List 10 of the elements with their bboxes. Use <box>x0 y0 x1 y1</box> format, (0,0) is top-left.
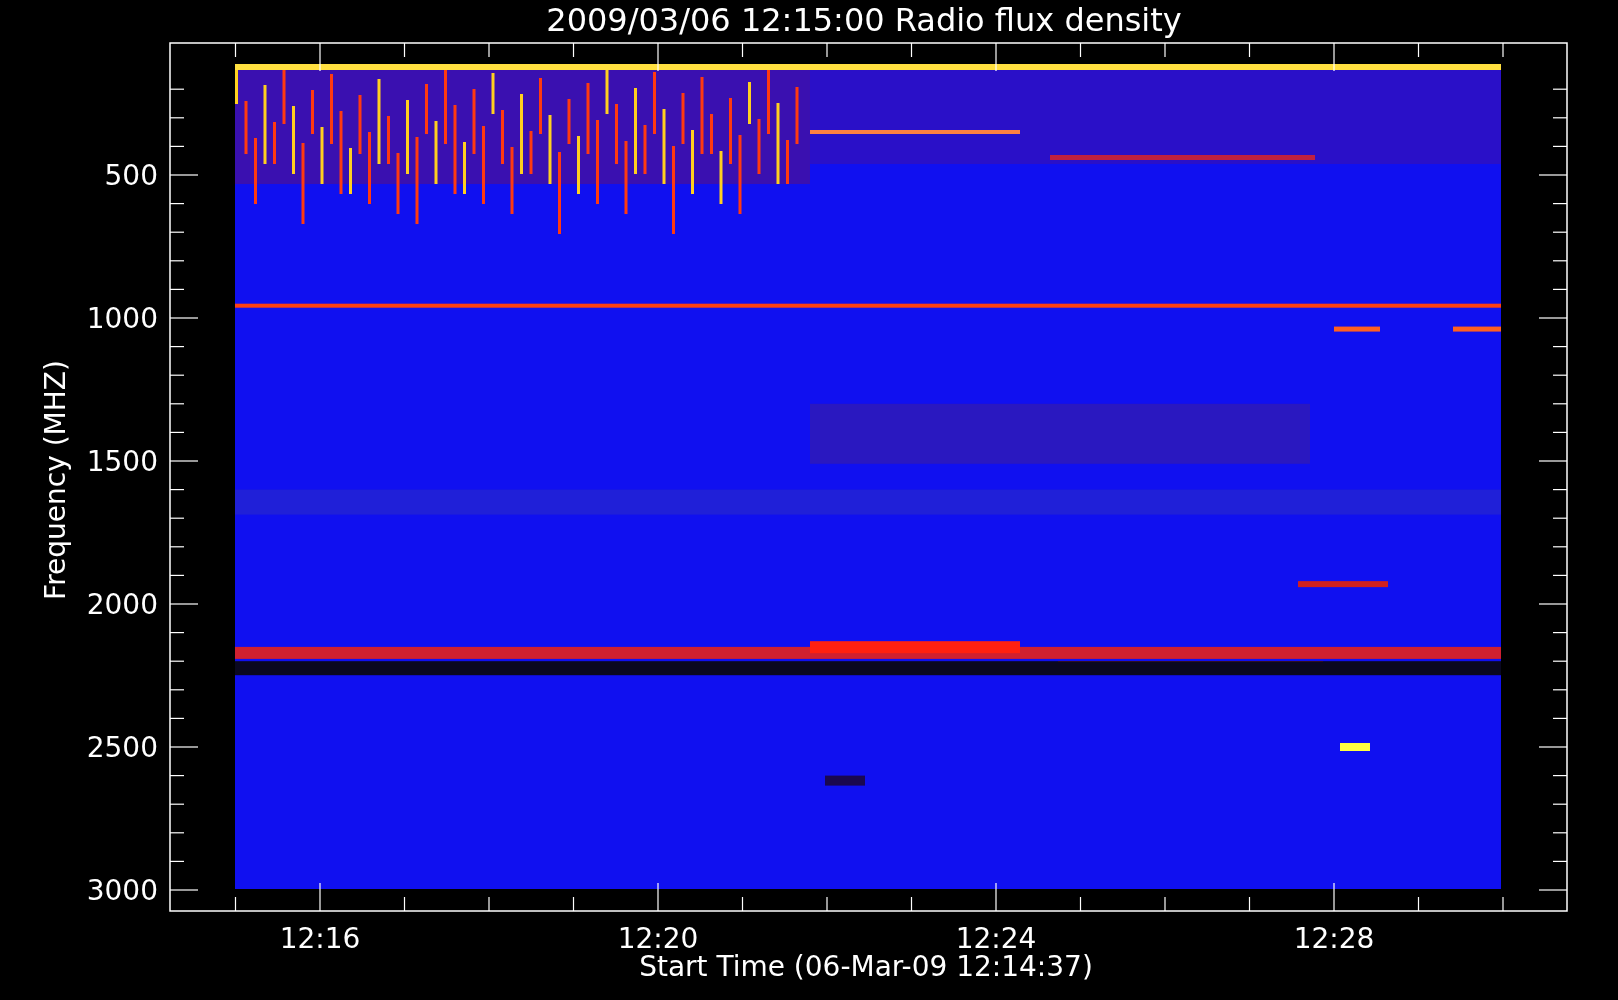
y-tick-label: 500 <box>104 159 158 192</box>
x-tick-label: 12:28 <box>1293 922 1375 955</box>
x-tick-label: 12:16 <box>279 922 361 955</box>
y-axis-label: Frequency (MHZ) <box>39 360 72 600</box>
y-tick-label: 1500 <box>86 445 158 478</box>
y-tick-label: 2000 <box>86 588 158 621</box>
chart-title: 2009/03/06 12:15:00 Radio flux density <box>546 1 1182 39</box>
y-tick-label: 2500 <box>86 731 158 764</box>
y-tick-label: 3000 <box>86 874 158 907</box>
y-tick-label: 1000 <box>86 302 158 335</box>
